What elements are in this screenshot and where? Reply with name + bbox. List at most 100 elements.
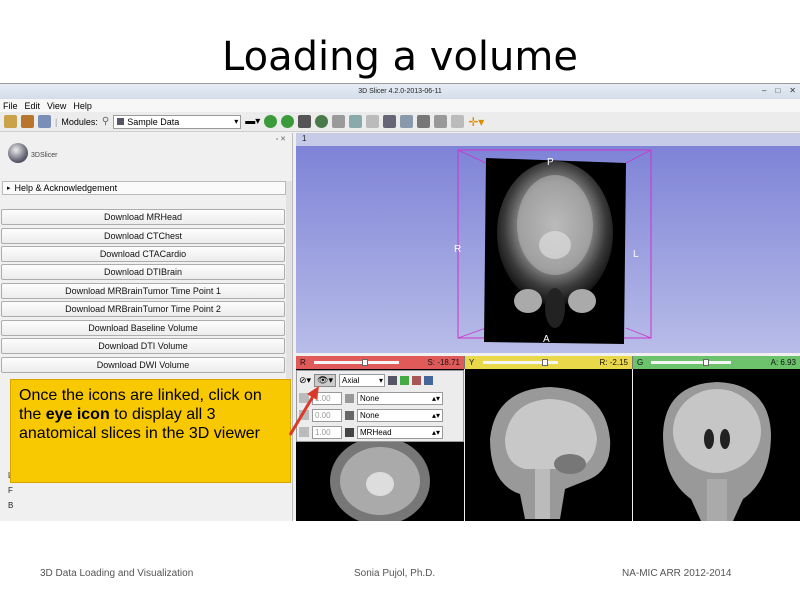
help-acknowledgement-section[interactable]: ▸ Help & Acknowledgement bbox=[2, 181, 286, 195]
slide-title: Loading a volume bbox=[222, 34, 578, 80]
chevron-down-icon: ▾ bbox=[234, 116, 239, 126]
menu-file[interactable]: File bbox=[3, 101, 18, 111]
module-selector[interactable]: Sample Data ▾ bbox=[113, 114, 242, 129]
save-icon[interactable] bbox=[38, 115, 51, 128]
chevron-down-icon: ▾ bbox=[379, 375, 384, 385]
screenshot-icon[interactable] bbox=[417, 115, 431, 128]
download-mrhead-button[interactable]: Download MRHead bbox=[1, 209, 285, 225]
crosshair-icon[interactable]: ✛▾ bbox=[468, 115, 484, 129]
chevron-down-icon: ▴▾ bbox=[431, 410, 440, 420]
coronal-brain-image bbox=[663, 382, 771, 521]
extension-icon[interactable] bbox=[434, 115, 448, 128]
volume-select-1[interactable]: None ▴▾ bbox=[357, 391, 443, 405]
mouse-mode-icon[interactable] bbox=[400, 115, 414, 128]
yellow-slider-knob[interactable] bbox=[542, 359, 548, 366]
label-outline-icon[interactable] bbox=[400, 375, 410, 385]
volume-value-1: None bbox=[360, 393, 380, 403]
slicer-logo-icon bbox=[8, 143, 28, 163]
download-dti-volume-button[interactable]: Download DTI Volume bbox=[1, 338, 285, 354]
footer-center: Sonia Pujol, Ph.D. bbox=[354, 568, 436, 579]
chevron-down-icon: ▴▾ bbox=[431, 427, 440, 437]
module-selected: Sample Data bbox=[127, 116, 180, 127]
reformat-icon[interactable] bbox=[412, 375, 422, 385]
python-icon[interactable] bbox=[451, 115, 465, 128]
green-slider-knob[interactable] bbox=[703, 359, 709, 366]
download-dwi-volume-button[interactable]: Download DWI Volume bbox=[1, 357, 285, 373]
orient-label-l: L bbox=[633, 249, 639, 260]
volume-select-3[interactable]: MRHead ▴▾ bbox=[357, 425, 443, 439]
green-slice-slider[interactable] bbox=[651, 361, 731, 364]
download-mrbraintumor-1-button[interactable]: Download MRBrainTumor Time Point 1 bbox=[1, 283, 285, 299]
link-icon[interactable]: ⊘▾ bbox=[299, 375, 311, 386]
brain-icon[interactable] bbox=[315, 115, 329, 128]
minimize-button[interactable]: – bbox=[762, 86, 766, 95]
help-section-label: Help & Acknowledgement bbox=[14, 183, 118, 193]
fit-icon[interactable] bbox=[388, 375, 398, 385]
layer-type-icon bbox=[345, 410, 354, 420]
download-dtibrain-button[interactable]: Download DTIBrain bbox=[1, 264, 285, 280]
layout-icon[interactable] bbox=[383, 115, 397, 128]
sagittal-brain-image bbox=[490, 387, 611, 519]
chevron-down-icon: ▴▾ bbox=[431, 393, 440, 403]
orient-label-r: R bbox=[454, 244, 462, 255]
download-ctacardio-button[interactable]: Download CTACardio bbox=[1, 246, 285, 262]
volume-value-2: None bbox=[360, 410, 380, 420]
green-slice-view[interactable] bbox=[633, 369, 800, 521]
green-slice-value: A: 6.93 bbox=[770, 358, 796, 367]
layer-type-icon bbox=[345, 393, 354, 403]
instruction-callout: Once the icons are linked, click on the … bbox=[10, 379, 291, 483]
window-titlebar: 3D Slicer 4.2.0-2013-06-11 – □ ✕ bbox=[0, 84, 800, 99]
orientation-select[interactable]: Axial ▾ bbox=[339, 373, 386, 387]
module-icon bbox=[117, 118, 125, 125]
red-slice-value: S: -18.71 bbox=[427, 358, 460, 367]
callout-text-bold: eye icon bbox=[45, 406, 110, 423]
menu-help[interactable]: Help bbox=[73, 101, 92, 111]
red-slider-knob[interactable] bbox=[362, 359, 368, 366]
modules-label: Modules: bbox=[61, 116, 98, 127]
module-history-icon[interactable]: ▬▾ bbox=[245, 116, 260, 127]
editor-icon[interactable] bbox=[349, 115, 363, 128]
lightbox-icon[interactable] bbox=[424, 375, 434, 385]
panel-scrollbar[interactable] bbox=[286, 181, 292, 381]
maximize-button[interactable]: □ bbox=[775, 86, 780, 95]
collapse-arrow-icon: ▸ bbox=[7, 185, 11, 192]
back-arrow-icon[interactable] bbox=[264, 115, 278, 128]
red-slice-slider[interactable] bbox=[314, 361, 399, 364]
red-slice-bar[interactable]: R S: -18.71 bbox=[296, 356, 464, 369]
panel-float-icon[interactable]: ▫ ✕ bbox=[276, 135, 286, 143]
load-data-icon[interactable] bbox=[4, 115, 17, 128]
volume-select-2[interactable]: None ▴▾ bbox=[357, 408, 443, 422]
menu-view[interactable]: View bbox=[47, 101, 66, 111]
yellow-slice-view[interactable] bbox=[465, 369, 632, 521]
volumes-icon[interactable] bbox=[332, 115, 346, 128]
download-ctchest-button[interactable]: Download CTChest bbox=[1, 228, 285, 244]
main-toolbar: | Modules: ⚲ Sample Data ▾ ▬▾ ✛▾ bbox=[0, 112, 800, 132]
forward-arrow-icon[interactable] bbox=[281, 115, 295, 128]
load-dicom-icon[interactable] bbox=[21, 115, 34, 128]
green-slice-bar[interactable]: G A: 6.93 bbox=[632, 356, 800, 369]
volume-value-3: MRHead bbox=[360, 427, 392, 437]
footer-right: NA-MIC ARR 2012-2014 bbox=[622, 568, 732, 579]
3d-view-bar bbox=[296, 133, 800, 146]
yellow-slice-letter: Y bbox=[469, 358, 475, 367]
models-icon[interactable] bbox=[298, 115, 312, 128]
footer-left: 3D Data Loading and Visualization bbox=[40, 568, 194, 579]
close-button[interactable]: ✕ bbox=[789, 86, 796, 95]
pointer-arrow bbox=[288, 386, 319, 436]
side-letter-b: B bbox=[8, 501, 14, 510]
orientation-value: Axial bbox=[342, 375, 360, 385]
3d-view-number: 1 bbox=[302, 134, 307, 143]
yellow-slice-value: R: -2.15 bbox=[599, 358, 628, 367]
menu-edit[interactable]: Edit bbox=[25, 101, 41, 111]
search-icon[interactable]: ⚲ bbox=[102, 116, 109, 127]
orient-label-a: A bbox=[543, 334, 550, 345]
layer-type-icon bbox=[345, 427, 354, 437]
ruler-icon[interactable] bbox=[366, 115, 380, 128]
side-letter-f: F bbox=[8, 486, 13, 495]
download-mrbraintumor-2-button[interactable]: Download MRBrainTumor Time Point 2 bbox=[1, 301, 285, 317]
download-baseline-volume-button[interactable]: Download Baseline Volume bbox=[1, 320, 285, 336]
window-title: 3D Slicer 4.2.0-2013-06-11 bbox=[358, 88, 442, 95]
red-slice-letter: R bbox=[300, 358, 306, 367]
yellow-slice-bar[interactable]: Y R: -2.15 bbox=[464, 356, 632, 369]
orient-label-p: P bbox=[547, 157, 554, 168]
